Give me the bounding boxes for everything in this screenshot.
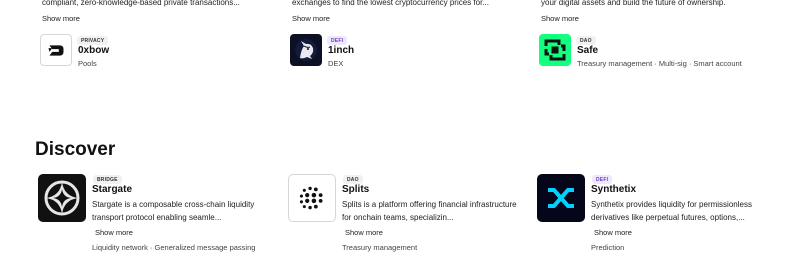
show-more-link[interactable]: Show more [292, 14, 330, 23]
show-more-link[interactable]: Show more [345, 228, 383, 237]
app-tags: DEX [328, 59, 344, 68]
show-more-link[interactable]: Show more [594, 228, 632, 237]
1inch-unicorn-logo-icon [290, 34, 322, 66]
safe-logo-icon [539, 34, 571, 66]
app-card-splits[interactable]: DAO Splits Splits is a platform offering… [288, 174, 528, 264]
category-badge: DAO [343, 175, 363, 184]
app-description: Splits is a platform offering financial … [342, 200, 517, 222]
category-badge: DAO [576, 36, 596, 45]
app-tags: Treasury management · Multi-sig · Smart … [577, 59, 742, 68]
app-card-synthetix[interactable]: DEFI Synthetix Synthetix provides liquid… [537, 174, 777, 264]
category-badge: PRIVACY [77, 36, 109, 45]
app-card-1inch[interactable]: exchanges to find the lowest cryptocurre… [290, 0, 530, 75]
stargate-logo-icon [38, 174, 86, 222]
app-name[interactable]: Splits [342, 184, 369, 195]
app-name[interactable]: Synthetix [591, 184, 636, 195]
show-more-link[interactable]: Show more [42, 14, 80, 23]
show-more-link[interactable]: Show more [541, 14, 579, 23]
app-name[interactable]: 0xbow [78, 45, 109, 56]
app-tags: Prediction [591, 243, 625, 252]
app-description: exchanges to find the lowest cryptocurre… [292, 0, 489, 7]
app-card-stargate[interactable]: BRIDGE Stargate Stargate is a composable… [38, 174, 278, 264]
synthetix-logo-icon [537, 174, 585, 222]
app-description: Stargate is a composable cross-chain liq… [92, 200, 255, 222]
app-name[interactable]: 1inch [328, 45, 354, 56]
0xbow-logo-icon [40, 34, 72, 66]
app-card-safe[interactable]: your digital assets and build the future… [539, 0, 779, 75]
app-tags: Treasury management [342, 243, 418, 252]
category-badge: BRIDGE [93, 175, 122, 184]
show-more-link[interactable]: Show more [95, 228, 133, 237]
app-name[interactable]: Safe [577, 45, 598, 56]
category-badge: DEFI [592, 175, 613, 184]
app-tags: Pools [78, 59, 97, 68]
app-card-0xbow[interactable]: compliant, zero-knowledge-based private … [40, 0, 280, 75]
splits-logo-icon [288, 174, 336, 222]
category-badge: DEFI [327, 36, 348, 45]
discover-heading: Discover [35, 139, 116, 160]
app-description: your digital assets and build the future… [541, 0, 726, 7]
app-name[interactable]: Stargate [92, 184, 132, 195]
app-description: Synthetix provides liquidity for permiss… [591, 200, 752, 222]
app-description: compliant, zero-knowledge-based private … [42, 0, 240, 7]
app-tags: Liquidity network · Generalized message … [92, 243, 256, 252]
